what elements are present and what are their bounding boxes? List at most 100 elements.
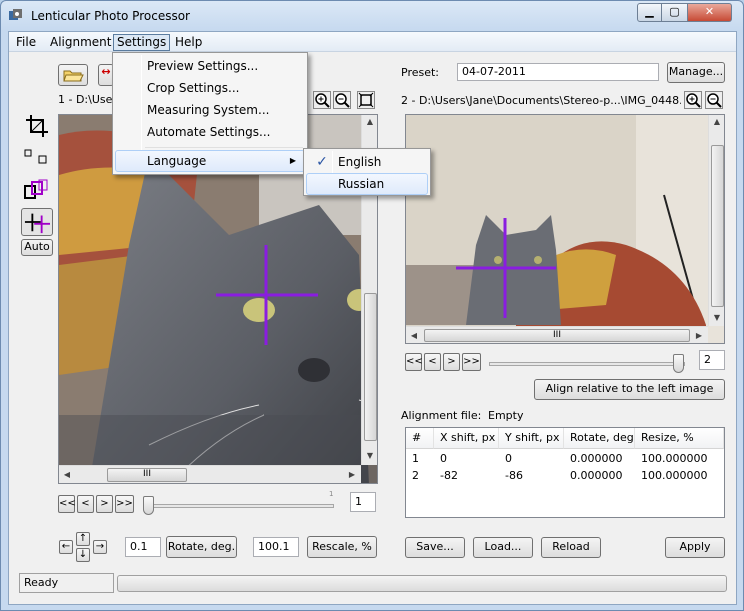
left-hscroll-thumb[interactable]: III: [107, 468, 187, 482]
menu-bar: File Alignment Settings Help: [9, 32, 736, 52]
align-relative-button[interactable]: Align relative to the left image: [534, 379, 725, 400]
right-next-button[interactable]: >: [443, 353, 460, 371]
right-vscroll-thumb[interactable]: [711, 145, 724, 307]
language-option-russian[interactable]: Russian: [306, 173, 428, 195]
left-slider-thumb[interactable]: [143, 496, 154, 515]
rescale-input[interactable]: 100.1: [253, 537, 299, 557]
left-frame-number[interactable]: 1: [350, 492, 376, 512]
cell-index: 2: [412, 469, 419, 482]
menu-alignment[interactable]: Alignment: [46, 34, 115, 51]
manage-button[interactable]: Manage...: [667, 62, 725, 83]
right-scroll-left-icon[interactable]: ◀: [409, 331, 419, 340]
cell-rotate: 0.000000: [570, 469, 623, 482]
left-last-button[interactable]: >>: [115, 495, 134, 513]
zoom-in-icon[interactable]: [313, 91, 331, 109]
right-vertical-scrollbar[interactable]: ▲ ▼: [708, 115, 724, 326]
left-frame-slider[interactable]: [144, 504, 334, 508]
save-button[interactable]: Save...: [405, 537, 465, 558]
col-x-shift[interactable]: X shift, px: [434, 428, 499, 449]
scroll-down-icon[interactable]: ▼: [364, 451, 376, 460]
left-first-button[interactable]: <<: [58, 495, 76, 513]
right-scroll-down-icon[interactable]: ▼: [711, 313, 723, 322]
crop-icon[interactable]: [23, 112, 51, 140]
nudge-up-icon[interactable]: ↑: [76, 532, 90, 546]
progress-bar: [117, 575, 727, 592]
menu-file[interactable]: File: [12, 34, 40, 51]
menu-help[interactable]: Help: [171, 34, 206, 51]
crop-settings-item[interactable]: Crop Settings...: [115, 77, 305, 99]
automate-settings-item[interactable]: Automate Settings...: [115, 121, 305, 143]
reload-button[interactable]: Reload: [541, 537, 601, 558]
left-horizontal-scrollbar[interactable]: ◀ III ▶: [59, 465, 361, 483]
open-button[interactable]: [58, 64, 88, 86]
cell-rotate: 0.000000: [570, 452, 623, 465]
right-zoom-out-icon[interactable]: [705, 91, 723, 109]
nudge-down-icon[interactable]: ↓: [76, 548, 90, 562]
stereo-frames-icon[interactable]: [23, 176, 51, 204]
right-slider-thumb[interactable]: [673, 354, 684, 373]
right-scroll-up-icon[interactable]: ▲: [711, 117, 723, 126]
preview-settings-item[interactable]: Preview Settings...: [115, 55, 305, 77]
rescale-button[interactable]: Rescale, %: [307, 536, 377, 558]
language-option-label: English: [338, 155, 382, 169]
cell-x-shift: 0: [440, 452, 447, 465]
right-prev-button[interactable]: <: [424, 353, 441, 371]
settings-menu: Preview Settings... Crop Settings... Mea…: [112, 52, 308, 175]
scroll-up-icon[interactable]: ▲: [364, 117, 376, 126]
load-button[interactable]: Load...: [473, 537, 533, 558]
zoom-out-icon[interactable]: [333, 91, 351, 109]
language-option-label: Russian: [338, 177, 385, 191]
language-submenu: ✓ English Russian: [303, 148, 431, 196]
rotate-button[interactable]: Rotate, deg.: [166, 536, 237, 558]
right-cat-photo: [406, 115, 724, 343]
auto-button[interactable]: Auto: [21, 239, 53, 256]
crosshair-tool-icon[interactable]: [21, 208, 53, 236]
minimize-button[interactable]: ▁: [637, 3, 662, 22]
language-item[interactable]: Language ▶: [115, 150, 305, 172]
left-prev-button[interactable]: <: [77, 495, 94, 513]
right-hscroll-thumb[interactable]: III: [424, 329, 690, 342]
right-frame-slider[interactable]: [489, 362, 685, 366]
right-scroll-right-icon[interactable]: ▶: [694, 331, 704, 340]
table-row[interactable]: 2 -82 -86 0.000000 100.000000: [406, 469, 724, 485]
right-image-view[interactable]: ▲ ▼ ◀ III ▶: [405, 114, 725, 344]
right-horizontal-scrollbar[interactable]: ◀ III ▶: [406, 326, 708, 343]
close-button[interactable]: ✕: [688, 3, 732, 22]
app-icon: [9, 9, 22, 20]
preset-label: Preset:: [401, 66, 440, 79]
right-first-button[interactable]: <<: [405, 353, 423, 371]
maximize-button[interactable]: ▢: [662, 3, 688, 22]
cell-index: 1: [412, 452, 419, 465]
scroll-right-icon[interactable]: ▶: [347, 470, 357, 479]
alignment-file-value: Empty: [488, 409, 524, 422]
col-y-shift[interactable]: Y shift, px: [499, 428, 564, 449]
left-vscroll-thumb[interactable]: [364, 293, 377, 441]
measuring-system-item[interactable]: Measuring System...: [115, 99, 305, 121]
menu-settings[interactable]: Settings: [113, 34, 171, 51]
col-rotate[interactable]: Rotate, deg: [564, 428, 635, 449]
scroll-left-icon[interactable]: ◀: [62, 470, 72, 479]
window-title: Lenticular Photo Processor: [31, 9, 190, 23]
right-zoom-in-icon[interactable]: [684, 91, 702, 109]
client-area: File Alignment Settings Help ↔ Auto 1 - …: [8, 31, 737, 605]
left-nav-group: << < > >>: [58, 495, 138, 514]
col-index[interactable]: #: [406, 428, 434, 449]
nudge-right-icon[interactable]: →: [93, 540, 107, 554]
nudge-left-icon[interactable]: ←: [59, 540, 73, 554]
table-row[interactable]: 1 0 0 0.000000 100.000000: [406, 452, 724, 468]
preset-field[interactable]: 04-07-2011: [457, 63, 659, 81]
alignment-table[interactable]: # X shift, px Y shift, px Rotate, deg Re…: [405, 427, 725, 518]
language-option-english[interactable]: ✓ English: [306, 151, 428, 173]
right-image-path: 2 - D:\Users\Jane\Documents\Stereo-p...\…: [401, 94, 681, 107]
right-frame-number[interactable]: 2: [699, 350, 725, 370]
right-last-button[interactable]: >>: [462, 353, 481, 371]
left-next-button[interactable]: >: [96, 495, 113, 513]
resize-frames-icon[interactable]: [23, 144, 51, 172]
cell-y-shift: -86: [505, 469, 523, 482]
check-icon: ✓: [316, 154, 328, 170]
col-resize[interactable]: Resize, %: [635, 428, 724, 449]
apply-button[interactable]: Apply: [665, 537, 725, 558]
title-bar[interactable]: Lenticular Photo Processor ▁ ▢ ✕: [1, 1, 743, 31]
fit-icon[interactable]: [357, 91, 375, 109]
rotate-input[interactable]: 0.1: [125, 537, 161, 557]
